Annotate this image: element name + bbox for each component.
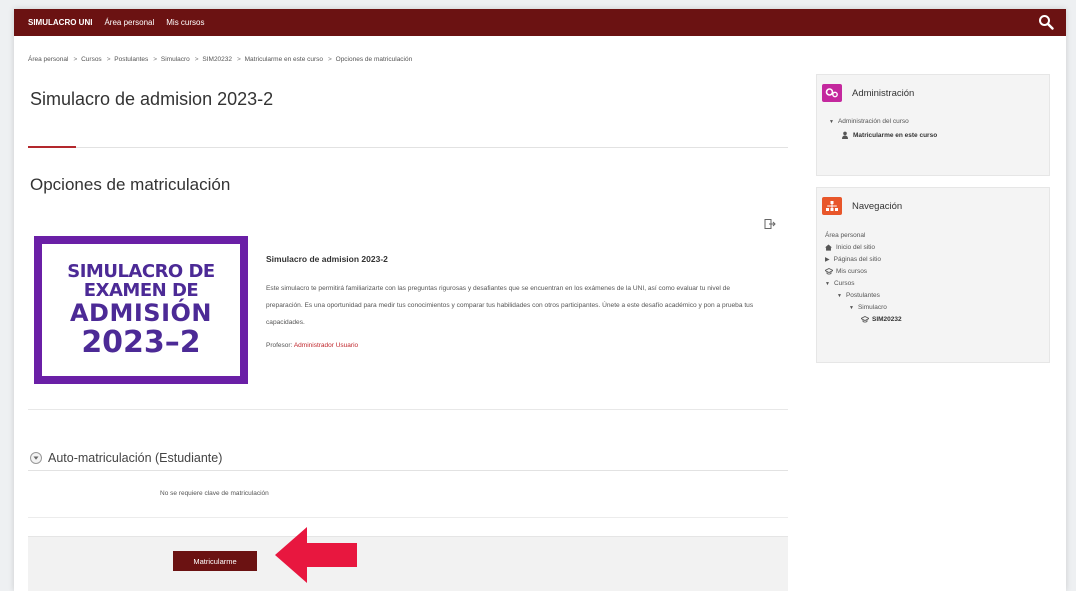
tree-item-label: Administración del curso (837, 118, 909, 125)
navigation-block-title: Navegación (852, 200, 903, 212)
exit-icon[interactable] (764, 218, 776, 230)
tree-item-label: Mis cursos (836, 268, 868, 275)
divider (28, 147, 788, 148)
course-image-inner: SIMULACRO DE EXAMEN DE ADMISIÓN 2023–2 (42, 244, 240, 376)
tree-item-label: SIM20232 (872, 316, 902, 323)
tree-item[interactable]: ▶ Páginas del sitio (825, 256, 881, 263)
tree-item[interactable]: Mis cursos (825, 268, 867, 275)
tree-item-label: Área personal (825, 232, 866, 239)
divider (28, 470, 788, 471)
tree-item-label: Cursos (833, 280, 855, 287)
user-icon (842, 131, 848, 139)
admin-block: Administración ▼ Administración del curs… (816, 74, 1050, 176)
banner-text: EXAMEN DE (83, 279, 199, 301)
breadcrumb-current: Opciones de matriculación (335, 56, 413, 63)
tree-item[interactable]: Área personal (825, 232, 865, 239)
nav-item-area-personal[interactable]: Área personal (104, 18, 154, 27)
nav-brand-link[interactable]: SIMULACRO UNI (28, 18, 92, 27)
gears-icon (822, 84, 842, 102)
tree-item-current-course[interactable]: SIM20232 (861, 316, 902, 323)
enrol-button[interactable]: Matricularme (173, 551, 257, 571)
tree-item-label: Matricularme en este curso (853, 131, 938, 139)
breadcrumb: Área personal > Cursos > Postulantes > Simu… (28, 56, 414, 63)
tree-item[interactable]: ▼ Administración del curso (829, 118, 909, 125)
breadcrumb-item[interactable]: Matricularme en este curso (245, 56, 323, 63)
breadcrumb-item[interactable]: Área personal (28, 56, 68, 63)
breadcrumb-item[interactable]: Simulacro (161, 56, 190, 63)
search-icon[interactable] (1038, 14, 1054, 30)
breadcrumb-separator: > (153, 56, 158, 63)
divider (28, 517, 788, 518)
graduation-cap-icon (861, 316, 869, 323)
nav-item-mis-cursos[interactable]: Mis cursos (166, 18, 204, 27)
divider (28, 409, 788, 410)
course-image: SIMULACRO DE EXAMEN DE ADMISIÓN 2023–2 (34, 236, 248, 384)
tree-item-label: Simulacro (857, 304, 887, 311)
tree-item[interactable]: ▼ Cursos (825, 280, 855, 287)
top-navbar: SIMULACRO UNI Área personal Mis cursos (14, 9, 1066, 36)
breadcrumb-item[interactable]: Cursos (81, 56, 102, 63)
tree-item-label: Inicio del sitio (836, 244, 876, 251)
breadcrumb-separator: > (194, 56, 199, 63)
graduation-cap-icon (825, 268, 833, 275)
expanded-caret-icon: ▼ (825, 280, 830, 287)
pointer-arrow-icon (275, 527, 357, 583)
expanded-caret-icon: ▼ (837, 292, 842, 299)
teacher-link[interactable]: Administrador Usuario (294, 342, 358, 349)
home-icon (825, 244, 832, 251)
breadcrumb-item[interactable]: Postulantes (114, 56, 148, 63)
admin-block-header: Administración (822, 84, 914, 102)
breadcrumb-separator: > (237, 56, 241, 63)
navigation-block: Navegación Área personal Inicio del siti… (816, 187, 1050, 363)
collapse-toggle-icon[interactable] (30, 452, 42, 464)
tree-item-label: Páginas del sitio (833, 256, 881, 263)
banner-text: SIMULACRO DE (67, 260, 215, 282)
page-title: Simulacro de admision 2023-2 (30, 89, 274, 109)
banner-text: 2023–2 (81, 324, 201, 360)
no-key-notice: No se requiere clave de matriculación (160, 490, 269, 497)
breadcrumb-separator: > (73, 56, 78, 63)
course-card-title[interactable]: Simulacro de admision 2023-2 (266, 254, 388, 264)
collapsed-caret-icon: ▶ (825, 257, 830, 263)
self-enrol-heading[interactable]: Auto-matriculación (Estudiante) (48, 451, 222, 465)
course-summary: Este simulacro te permitirá familiarizar… (266, 285, 754, 326)
sitemap-icon (822, 197, 842, 215)
expanded-caret-icon: ▼ (829, 118, 834, 125)
admin-block-title: Administración (852, 87, 915, 99)
teacher-label: Profesor: (266, 342, 293, 349)
tree-item-enrol-me[interactable]: Matricularme en este curso (841, 131, 937, 139)
navigation-block-header: Navegación (822, 197, 902, 215)
tree-item[interactable]: Inicio del sitio (825, 244, 875, 251)
form-actions-area (28, 536, 788, 591)
banner-text: ADMISIÓN (69, 298, 212, 327)
tree-item[interactable]: ▼ Simulacro (849, 304, 887, 311)
title-accent-bar (28, 146, 76, 148)
tree-item[interactable]: ▼ Postulantes (837, 292, 880, 299)
breadcrumb-separator: > (328, 56, 332, 63)
section-title: Opciones de matriculación (30, 175, 231, 194)
expanded-caret-icon: ▼ (849, 304, 854, 311)
browser-viewport: SIMULACRO UNI Área personal Mis cursos Á… (14, 9, 1066, 591)
course-teacher: Profesor: Administrador Usuario (266, 342, 358, 349)
breadcrumb-item[interactable]: SIM20232 (202, 56, 232, 63)
breadcrumb-separator: > (106, 56, 111, 63)
tree-item-label: Postulantes (845, 292, 880, 299)
